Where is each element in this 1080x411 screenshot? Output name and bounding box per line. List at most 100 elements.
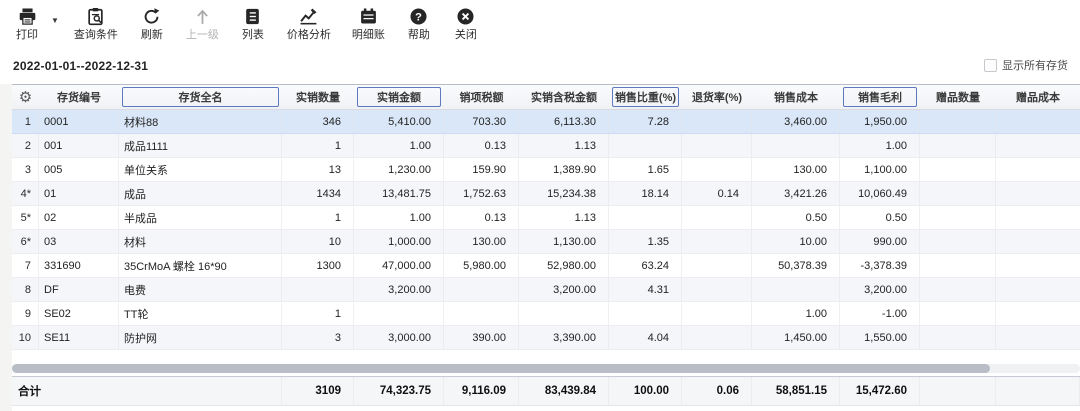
cell-ret_rate: 0.14 (682, 182, 752, 205)
table-row[interactable]: 10SE11防护网33,000.00390.003,390.004.041,45… (12, 326, 1080, 350)
column-header-amount[interactable]: 实销金额 (354, 85, 444, 109)
cell-pct: 4.04 (609, 326, 682, 349)
cell-ret_rate (682, 158, 752, 181)
column-header-gift_qty[interactable]: 赠品数量 (920, 85, 996, 109)
cell-gift_cost (996, 134, 1080, 157)
gear-icon[interactable]: ⚙ (19, 90, 32, 105)
column-header-ret_rate[interactable]: 退货率(%) (682, 85, 752, 109)
cell-cost (752, 278, 840, 301)
cell-gift_qty (920, 158, 996, 181)
column-header-profit[interactable]: 销售毛利 (840, 85, 920, 109)
cell-amount: 3,200.00 (354, 278, 444, 301)
list-button[interactable]: 列表 (240, 7, 266, 41)
detail-ledger-label: 明细账 (352, 29, 385, 41)
date-range-text: 2022-01-01--2022-12-31 (13, 59, 148, 73)
cell-amount: 13,481.75 (354, 182, 444, 205)
close-button[interactable]: 关闭 (453, 7, 479, 41)
cell-ret_rate (682, 206, 752, 229)
column-header-tax_incl[interactable]: 实销含税金额 (519, 85, 609, 109)
up-level-label: 上一级 (186, 29, 219, 41)
refresh-button[interactable]: 刷新 (139, 7, 165, 41)
table-row[interactable]: 9SE02TT轮11.00-1.00 (12, 302, 1080, 326)
show-all-inventory-checkbox[interactable]: 显示所有存货 (984, 57, 1068, 73)
table-row[interactable]: 733169035CrMoA 螺栓 16*90130047,000.005,98… (12, 254, 1080, 278)
help-button[interactable]: ? 帮助 (406, 7, 432, 41)
column-header-qty[interactable]: 实销数量 (282, 85, 354, 109)
column-header-tax[interactable]: 销项税额 (444, 85, 519, 109)
cell-name: 35CrMoA 螺栓 16*90 (119, 254, 282, 277)
cell-name: 成品 (119, 182, 282, 205)
cell-gift_cost (996, 326, 1080, 349)
print-dropdown-caret[interactable]: ▼ (51, 16, 59, 25)
cell-tax_incl: 3,200.00 (519, 278, 609, 301)
cell-qty: 346 (282, 110, 354, 133)
table-total-row: 合计310974,323.759,116.0983,439.84100.000.… (12, 376, 1080, 406)
price-analysis-button[interactable]: 价格分析 (287, 7, 331, 41)
cell-ret_rate (682, 302, 752, 325)
column-header-gift_cost[interactable]: 赠品成本 (996, 85, 1080, 109)
cell-ret_rate (682, 326, 752, 349)
column-header-cost[interactable]: 销售成本 (752, 85, 840, 109)
detail-ledger-button[interactable]: 明细账 (352, 7, 385, 41)
boxed-header-profit[interactable]: 销售毛利 (843, 87, 917, 107)
total-gift_cost (996, 377, 1080, 405)
cell-ret_rate (682, 110, 752, 133)
cell-code: 005 (39, 158, 119, 181)
cell-qty: 10 (282, 230, 354, 253)
cell-name: 材料 (119, 230, 282, 253)
up-level-button[interactable]: 上一级 (186, 7, 219, 41)
cell-ret_rate (682, 278, 752, 301)
column-header-code[interactable]: 存货编号 (39, 85, 119, 109)
cell-cost: 3,460.00 (752, 110, 840, 133)
cell-name: 材料88 (119, 110, 282, 133)
horizontal-scrollbar[interactable] (12, 364, 1080, 373)
cell-code: DF (39, 278, 119, 301)
cell-qty: 1 (282, 206, 354, 229)
boxed-header-pct[interactable]: 销售比重(%) (612, 87, 679, 107)
cell-code: SE02 (39, 302, 119, 325)
column-header-pct[interactable]: 销售比重(%) (609, 85, 682, 109)
cell-tax_incl: 6,113.30 (519, 110, 609, 133)
cell-gift_qty (920, 206, 996, 229)
cell-name: 防护网 (119, 326, 282, 349)
table-row[interactable]: 2001成品111111.000.131.131.00 (12, 134, 1080, 158)
boxed-header-name[interactable]: 存货全名 (122, 87, 279, 107)
cell-gift_qty (920, 110, 996, 133)
table-row[interactable]: 5*02半成品11.000.131.130.500.50 (12, 206, 1080, 230)
query-conditions-button[interactable]: 查询条件 (74, 7, 118, 41)
print-button[interactable]: 打印 (14, 7, 40, 41)
cell-amount: 47,000.00 (354, 254, 444, 277)
cell-gift_cost (996, 254, 1080, 277)
cell-tax_incl: 1.13 (519, 134, 609, 157)
cell-profit: 3,200.00 (840, 278, 920, 301)
cell-ret_rate (682, 134, 752, 157)
table-row[interactable]: 4*01成品143413,481.751,752.6315,234.3818.1… (12, 182, 1080, 206)
total-amount: 74,323.75 (354, 377, 444, 405)
column-header-name[interactable]: 存货全名 (119, 85, 282, 109)
scrollbar-thumb[interactable] (12, 364, 990, 373)
cell-code: 02 (39, 206, 119, 229)
cell-tax_incl: 1.13 (519, 206, 609, 229)
checkbox-icon[interactable] (984, 59, 997, 72)
help-icon: ? (409, 7, 428, 26)
column-settings-cell[interactable]: ⚙ (12, 85, 39, 109)
cell-qty: 1300 (282, 254, 354, 277)
cell-num: 3 (12, 158, 39, 181)
total-gift_qty (920, 377, 996, 405)
cell-pct: 7.28 (609, 110, 682, 133)
table-row[interactable]: 10001材料883465,410.00703.306,113.307.283,… (12, 110, 1080, 134)
cell-num: 1 (12, 110, 39, 133)
table-row[interactable]: 3005单位关系131,230.00159.901,389.901.65130.… (12, 158, 1080, 182)
toolbar: 打印 ▼ 查询条件 刷新 上一级 列表 价格分析 明细账 (14, 7, 479, 49)
cell-tax_incl: 15,234.38 (519, 182, 609, 205)
cell-num: 4* (12, 182, 39, 205)
cell-code: 331690 (39, 254, 119, 277)
boxed-header-amount[interactable]: 实销金额 (357, 87, 441, 107)
cell-code: 03 (39, 230, 119, 253)
table-row[interactable]: 6*03材料101,000.00130.001,130.001.3510.009… (12, 230, 1080, 254)
total-cost: 58,851.15 (752, 377, 840, 405)
cell-name: TT轮 (119, 302, 282, 325)
cell-gift_qty (920, 182, 996, 205)
cell-gift_qty (920, 326, 996, 349)
table-row[interactable]: 8DF电费3,200.003,200.004.313,200.00 (12, 278, 1080, 302)
